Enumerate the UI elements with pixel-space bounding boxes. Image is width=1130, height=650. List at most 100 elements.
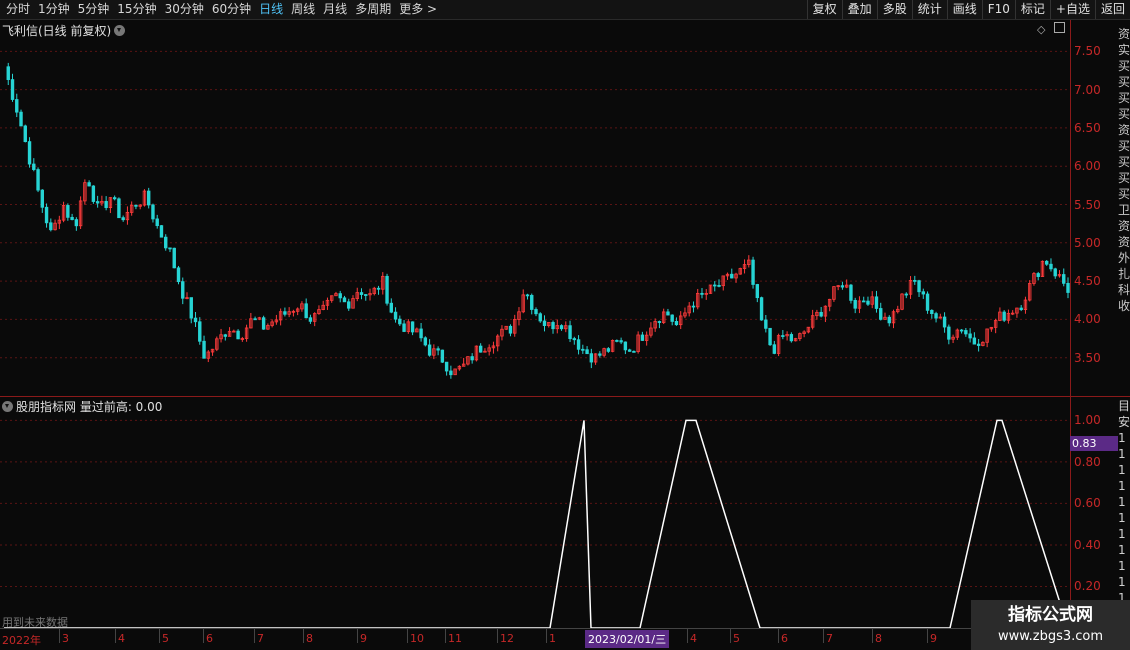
- x-tick-label: 1: [549, 632, 556, 645]
- period-tab-9[interactable]: 多周期: [351, 0, 395, 19]
- x-tick-mark: [159, 629, 160, 643]
- candle-body: [862, 300, 866, 303]
- candle-body: [393, 311, 398, 320]
- period-tab-10[interactable]: 更多 >: [395, 0, 441, 19]
- candle-body: [1002, 311, 1006, 321]
- candle-body: [691, 305, 696, 308]
- candle-body: [789, 334, 794, 342]
- candle-body: [976, 343, 981, 346]
- x-tick-label: 8: [875, 632, 882, 645]
- candle-body: [538, 313, 542, 322]
- x-tick-mark: [823, 629, 824, 643]
- candle-body: [559, 325, 564, 330]
- candle-body: [619, 340, 623, 343]
- window-toggle-icon[interactable]: [1054, 22, 1065, 33]
- panel-separator: [0, 396, 1130, 397]
- x-tick-label: 10: [410, 632, 424, 645]
- candle-body: [236, 330, 240, 340]
- candle-body: [657, 321, 662, 323]
- candle-body: [376, 287, 381, 290]
- candle-body: [717, 284, 721, 287]
- x-tick-label: 7: [257, 632, 264, 645]
- indicator-value-tag: 0.83: [1070, 436, 1118, 451]
- candle-body: [95, 201, 100, 204]
- dropdown-icon[interactable]: [114, 25, 126, 36]
- candle-body: [585, 349, 589, 355]
- indicator-tick-label: 0.60: [1074, 496, 1101, 511]
- candle-body: [1053, 268, 1057, 277]
- price-chart: [0, 50, 1070, 379]
- candle-body: [768, 327, 772, 346]
- candle-body: [87, 182, 91, 187]
- candle-body: [189, 297, 193, 319]
- x-tick-mark: [730, 629, 731, 643]
- candle-body: [751, 259, 755, 285]
- candle-body: [440, 349, 445, 363]
- candle-body: [874, 296, 879, 309]
- candle-body: [427, 344, 432, 356]
- candle-body: [1066, 282, 1070, 293]
- indicator-tick-label: 0.80: [1074, 454, 1101, 469]
- period-tab-0[interactable]: 分时: [2, 0, 34, 19]
- candle-body: [193, 317, 198, 323]
- candle-body: [121, 217, 125, 221]
- candle-body: [202, 340, 206, 359]
- period-tab-3[interactable]: 15分钟: [113, 0, 160, 19]
- period-tab-2[interactable]: 5分钟: [74, 0, 114, 19]
- candle-body: [74, 219, 79, 227]
- price-tick-label: 5.50: [1074, 197, 1101, 212]
- x-axis-line: [0, 628, 1130, 629]
- period-tab-8[interactable]: 月线: [319, 0, 351, 19]
- toolbar-button-3[interactable]: 统计: [911, 0, 947, 19]
- candle-body: [134, 204, 138, 207]
- period-tab-6[interactable]: 日线: [255, 0, 287, 19]
- top-toolbar: 分时 1分钟 5分钟 15分钟 30分钟 60分钟 日线 周线 月线 多周期 更多 > 复权 叠加 多股…: [0, 0, 1130, 20]
- future-data-note: 用到未来数据: [2, 616, 68, 629]
- toolbar-button-1[interactable]: 叠加: [841, 0, 877, 19]
- candle-body: [887, 316, 891, 324]
- x-tick-mark: [872, 629, 873, 643]
- toolbar-button-4[interactable]: 画线: [946, 0, 982, 19]
- period-tab-1[interactable]: 1分钟: [34, 0, 74, 19]
- candle-body: [730, 273, 734, 279]
- period-tab-7[interactable]: 周线: [287, 0, 319, 19]
- logo-line1: 指标公式网: [1008, 605, 1093, 625]
- period-tab-4[interactable]: 30分钟: [161, 0, 208, 19]
- candle-body: [632, 350, 636, 353]
- candle-body: [866, 300, 870, 305]
- candle-body: [342, 297, 347, 303]
- x-tick-label: 5: [733, 632, 740, 645]
- price-tick-label: 4.00: [1074, 312, 1101, 327]
- toolbar-button-8[interactable]: 返回: [1094, 0, 1130, 19]
- x-tick-mark: [497, 629, 498, 643]
- period-tab-5[interactable]: 60分钟: [208, 0, 255, 19]
- x-tick-mark: [357, 629, 358, 643]
- toolbar-button-7[interactable]: +自选: [1049, 0, 1095, 19]
- candle-body: [879, 308, 883, 320]
- x-tick-mark: [303, 629, 304, 643]
- candle-body: [449, 370, 453, 376]
- toolbar-buttons: 复权 叠加 多股 统计 画线 F10 标记 +自选 返回: [806, 0, 1130, 19]
- toolbar-button-5[interactable]: F10: [981, 0, 1015, 19]
- indicator-chart: [0, 419, 1070, 629]
- candle-body: [164, 236, 168, 249]
- toolbar-button-6[interactable]: 标记: [1014, 0, 1050, 19]
- x-tick-mark: [115, 629, 116, 643]
- candle-body: [781, 335, 785, 337]
- candle-body: [359, 292, 364, 295]
- crosshair-date-tag: 2023/02/01/三: [585, 630, 670, 648]
- candle-body: [32, 163, 36, 170]
- candle-body: [117, 198, 121, 219]
- diamond-icon[interactable]: ◇: [1037, 23, 1045, 36]
- candle-body: [598, 353, 602, 356]
- candle-body: [283, 311, 287, 315]
- logo-line2: www.zbgs3.com: [997, 629, 1104, 644]
- candle-body: [840, 285, 845, 288]
- toolbar-button-2[interactable]: 多股: [876, 0, 912, 19]
- toolbar-button-0[interactable]: 复权: [806, 0, 842, 19]
- x-tick-mark: [445, 629, 446, 643]
- x-tick-label: 8: [306, 632, 313, 645]
- candle-body: [347, 301, 351, 309]
- candle-body: [581, 348, 585, 351]
- candle-body: [40, 189, 45, 208]
